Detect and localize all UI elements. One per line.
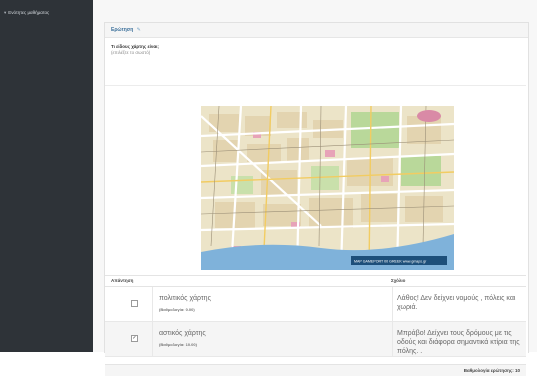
answer-cell: αστικός χάρτης (Βαθμολογία: 10.00)	[152, 322, 393, 356]
answer-text: πολιτικός χάρτης	[159, 295, 211, 302]
sidebar: ▾ Ενότητες μαθήματος	[0, 0, 93, 352]
question-panel: Ερώτηση ✎ Τι είδους χάρτης είναι; (επιλέ…	[104, 22, 529, 376]
answer-comment: Λάθος! Δεν δείχνει νομούς , πόλεις και χ…	[397, 295, 516, 311]
answers-table-header: Απάντηση Σχόλιο	[105, 275, 526, 287]
sidebar-item-course-units[interactable]: ▾ Ενότητες μαθήματος	[4, 10, 49, 16]
city-map-image: ΜΑΡ GAMEPORT 00 GREEK www.gmaps.gr	[201, 106, 454, 270]
col-header-answer: Απάντηση	[111, 278, 134, 283]
chevron-down-icon: ▾	[4, 10, 7, 15]
answer-score: (Βαθμολογία: 10.00)	[159, 342, 197, 347]
total-score-label: Βαθμολογία ερώτησης: 10	[463, 368, 520, 373]
map-caption: ΜΑΡ GAMEPORT 00 GREEK www.gmaps.gr	[354, 260, 427, 264]
question-image-area: ΜΑΡ GAMEPORT 00 GREEK www.gmaps.gr	[105, 85, 526, 276]
answer-cell: πολιτικός χάρτης (Βαθμολογία: 0.00)	[152, 287, 393, 321]
answer-score: (Βαθμολογία: 0.00)	[159, 307, 195, 312]
answers-table: Απάντηση Σχόλιο πολιτικός χάρτης (Βαθμολ…	[105, 275, 526, 357]
question-text-block: Τι είδους χάρτης είναι; (επιλέξτε το σωσ…	[105, 38, 528, 56]
answer-checkbox[interactable]: ✓	[131, 335, 138, 342]
edit-icon[interactable]: ✎	[137, 27, 141, 33]
question-header: Ερώτηση ✎	[105, 23, 528, 38]
answer-row-1: πολιτικός χάρτης (Βαθμολογία: 0.00) Λάθο…	[105, 287, 526, 322]
question-header-label: Ερώτηση	[111, 27, 134, 33]
question-total-score: Βαθμολογία ερώτησης: 10	[105, 364, 526, 376]
main-content: Ερώτηση ✎ Τι είδους χάρτης είναι; (επιλέ…	[93, 0, 537, 376]
question-hint: (επιλέξτε το σωστό)	[111, 50, 151, 55]
answer-checkbox[interactable]	[131, 300, 138, 307]
sidebar-item-label: Ενότητες μαθήματος	[8, 10, 50, 15]
answer-text: αστικός χάρτης	[159, 330, 206, 337]
city-map-graphic: ΜΑΡ GAMEPORT 00 GREEK www.gmaps.gr	[201, 106, 454, 270]
col-header-comment: Σχόλιο	[391, 278, 406, 283]
